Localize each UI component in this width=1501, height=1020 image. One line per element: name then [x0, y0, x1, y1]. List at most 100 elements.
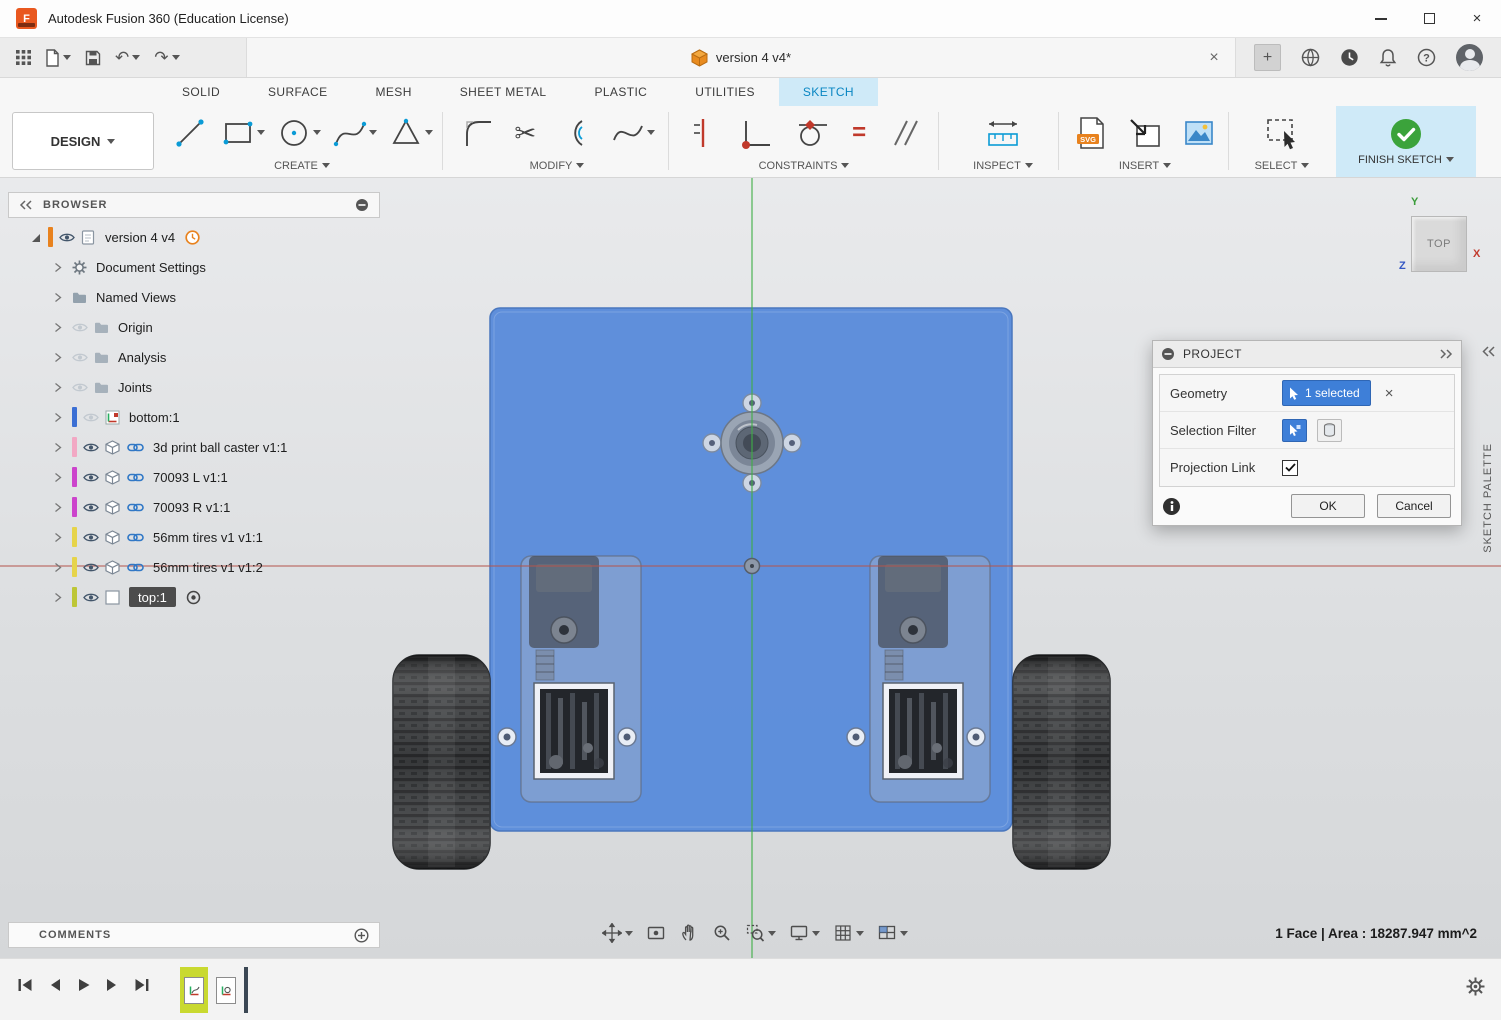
browser-row-70093-L[interactable]: 70093 L v1:1 — [8, 462, 380, 492]
browser-row-origin[interactable]: Origin — [8, 312, 380, 342]
visibility-eye-icon[interactable] — [72, 382, 94, 393]
select-faces-filter-button[interactable] — [1282, 419, 1307, 442]
zoom-button[interactable] — [712, 923, 732, 943]
vertical-constraint-button[interactable] — [686, 114, 720, 152]
extensions-button[interactable] — [1301, 48, 1320, 67]
tab-utilities[interactable]: UTILITIES — [671, 78, 779, 106]
visibility-eye-icon[interactable] — [83, 592, 105, 603]
redo-button[interactable]: ↷ — [154, 49, 179, 66]
browser-row-named-views[interactable]: Named Views — [8, 282, 380, 312]
body-filter-button[interactable] — [1317, 419, 1342, 442]
constraints-group-label[interactable]: CONSTRAINTS — [676, 157, 932, 174]
cancel-button[interactable]: Cancel — [1377, 494, 1451, 518]
close-button[interactable]: × — [1453, 0, 1501, 37]
orbit-button[interactable] — [602, 923, 633, 943]
user-avatar[interactable] — [1456, 44, 1483, 71]
sketch-origin-point[interactable] — [745, 559, 760, 574]
maximize-button[interactable] — [1405, 0, 1453, 37]
browser-row-56mm-tires-1[interactable]: 56mm tires v1 v1:1 — [8, 522, 380, 552]
browser-row-bottom-sketch[interactable]: bottom:1 — [8, 402, 380, 432]
expand-caret-icon[interactable] — [54, 532, 72, 543]
visibility-eye-icon[interactable] — [59, 232, 81, 243]
expand-caret-icon[interactable] — [54, 352, 72, 363]
comments-bar[interactable]: COMMENTS — [8, 922, 380, 948]
create-group-label[interactable]: CREATE — [166, 157, 438, 174]
visibility-eye-icon[interactable] — [83, 472, 105, 483]
visibility-eye-icon[interactable] — [83, 532, 105, 543]
circle-tool-button[interactable] — [274, 113, 322, 153]
file-menu-button[interactable] — [45, 49, 71, 67]
step-back-button[interactable] — [48, 977, 62, 993]
browser-row-56mm-tires-2[interactable]: 56mm tires v1 v1:2 — [8, 552, 380, 582]
tab-surface[interactable]: SURFACE — [244, 78, 351, 106]
browser-row-70093-R[interactable]: 70093 R v1:1 — [8, 492, 380, 522]
timeline-position-marker[interactable] — [244, 967, 248, 1013]
project-dialog-header[interactable]: PROJECT — [1153, 341, 1461, 368]
expand-caret-icon[interactable] — [30, 232, 48, 243]
expand-caret-icon[interactable] — [54, 442, 72, 453]
visibility-eye-icon[interactable] — [72, 352, 94, 363]
notifications-button[interactable] — [1379, 48, 1397, 67]
save-button[interactable] — [85, 50, 101, 66]
measure-tool-button[interactable] — [982, 113, 1024, 153]
trim-tool-button[interactable]: ✂ — [513, 119, 537, 147]
timeline-settings-button[interactable] — [1466, 977, 1485, 1001]
pan-button[interactable] — [679, 923, 699, 943]
step-forward-button[interactable] — [105, 977, 119, 993]
tab-plastic[interactable]: PLASTIC — [570, 78, 671, 106]
app-grid-button[interactable] — [16, 50, 31, 65]
look-at-button[interactable] — [646, 923, 666, 943]
insert-derive-button[interactable] — [1126, 113, 1164, 153]
modify-group-label[interactable]: MODIFY — [450, 157, 664, 174]
sketch-palette-tab[interactable]: SKETCH PALETTE — [1477, 346, 1499, 553]
viewcube[interactable]: TOP — [1411, 216, 1467, 272]
fillet-tool-button[interactable] — [458, 113, 498, 153]
coincident-constraint-button[interactable] — [739, 114, 775, 152]
spline-tool-button[interactable] — [330, 113, 378, 153]
curve-tool-button[interactable] — [608, 113, 656, 153]
insert-svg-button[interactable]: SVG — [1072, 113, 1110, 153]
viewports-button[interactable] — [877, 923, 908, 943]
tab-solid[interactable]: SOLID — [158, 78, 244, 106]
geometry-selection-button[interactable]: 1 selected — [1282, 380, 1371, 406]
browser-row-root[interactable]: version 4 v4 — [8, 222, 380, 252]
inspect-group-label[interactable]: INSPECT — [948, 157, 1058, 174]
expand-caret-icon[interactable] — [54, 382, 72, 393]
tangent-constraint-button[interactable] — [794, 114, 832, 152]
play-button[interactable] — [76, 977, 91, 993]
collapse-panel-icon[interactable] — [19, 200, 33, 210]
visibility-eye-icon[interactable] — [72, 322, 94, 333]
browser-row-ball-caster[interactable]: 3d print ball caster v1:1 — [8, 432, 380, 462]
dialog-collapse-icon[interactable] — [1161, 347, 1175, 361]
tab-sketch[interactable]: SKETCH — [779, 78, 878, 106]
clear-selection-button[interactable]: × — [1385, 385, 1394, 402]
visibility-eye-icon[interactable] — [83, 562, 105, 573]
select-group-label[interactable]: SELECT — [1234, 157, 1330, 174]
offset-tool-button[interactable] — [553, 113, 593, 153]
minimize-button[interactable] — [1357, 0, 1405, 37]
polygon-tool-button[interactable] — [386, 113, 434, 153]
visibility-eye-icon[interactable] — [83, 442, 105, 453]
tab-sheet-metal[interactable]: SHEET METAL — [436, 78, 571, 106]
help-button[interactable]: ? — [1417, 48, 1436, 67]
line-tool-button[interactable] — [170, 113, 210, 153]
expand-caret-icon[interactable] — [54, 322, 72, 333]
expand-caret-icon[interactable] — [54, 472, 72, 483]
undo-button[interactable]: ↶ — [115, 49, 140, 66]
expand-caret-icon[interactable] — [54, 262, 72, 273]
document-tab[interactable]: version 4 v4* × — [246, 38, 1236, 77]
document-tab-close-button[interactable]: × — [1203, 47, 1225, 69]
browser-row-top-sketch[interactable]: top:1 — [8, 582, 380, 612]
go-to-start-button[interactable] — [16, 977, 34, 993]
select-tool-button[interactable] — [1261, 113, 1303, 153]
minimize-panel-icon[interactable] — [355, 198, 369, 212]
visibility-eye-icon[interactable] — [83, 412, 105, 423]
insert-canvas-button[interactable] — [1180, 113, 1218, 153]
expand-caret-icon[interactable] — [54, 292, 72, 303]
timeline-sketch-feature-2[interactable] — [216, 977, 236, 1004]
expand-palette-icon[interactable] — [1481, 346, 1496, 357]
timeline-sketch-feature-1[interactable] — [184, 977, 204, 1004]
expand-caret-icon[interactable] — [54, 502, 72, 513]
add-comment-icon[interactable] — [354, 928, 369, 943]
expand-caret-icon[interactable] — [54, 592, 72, 603]
